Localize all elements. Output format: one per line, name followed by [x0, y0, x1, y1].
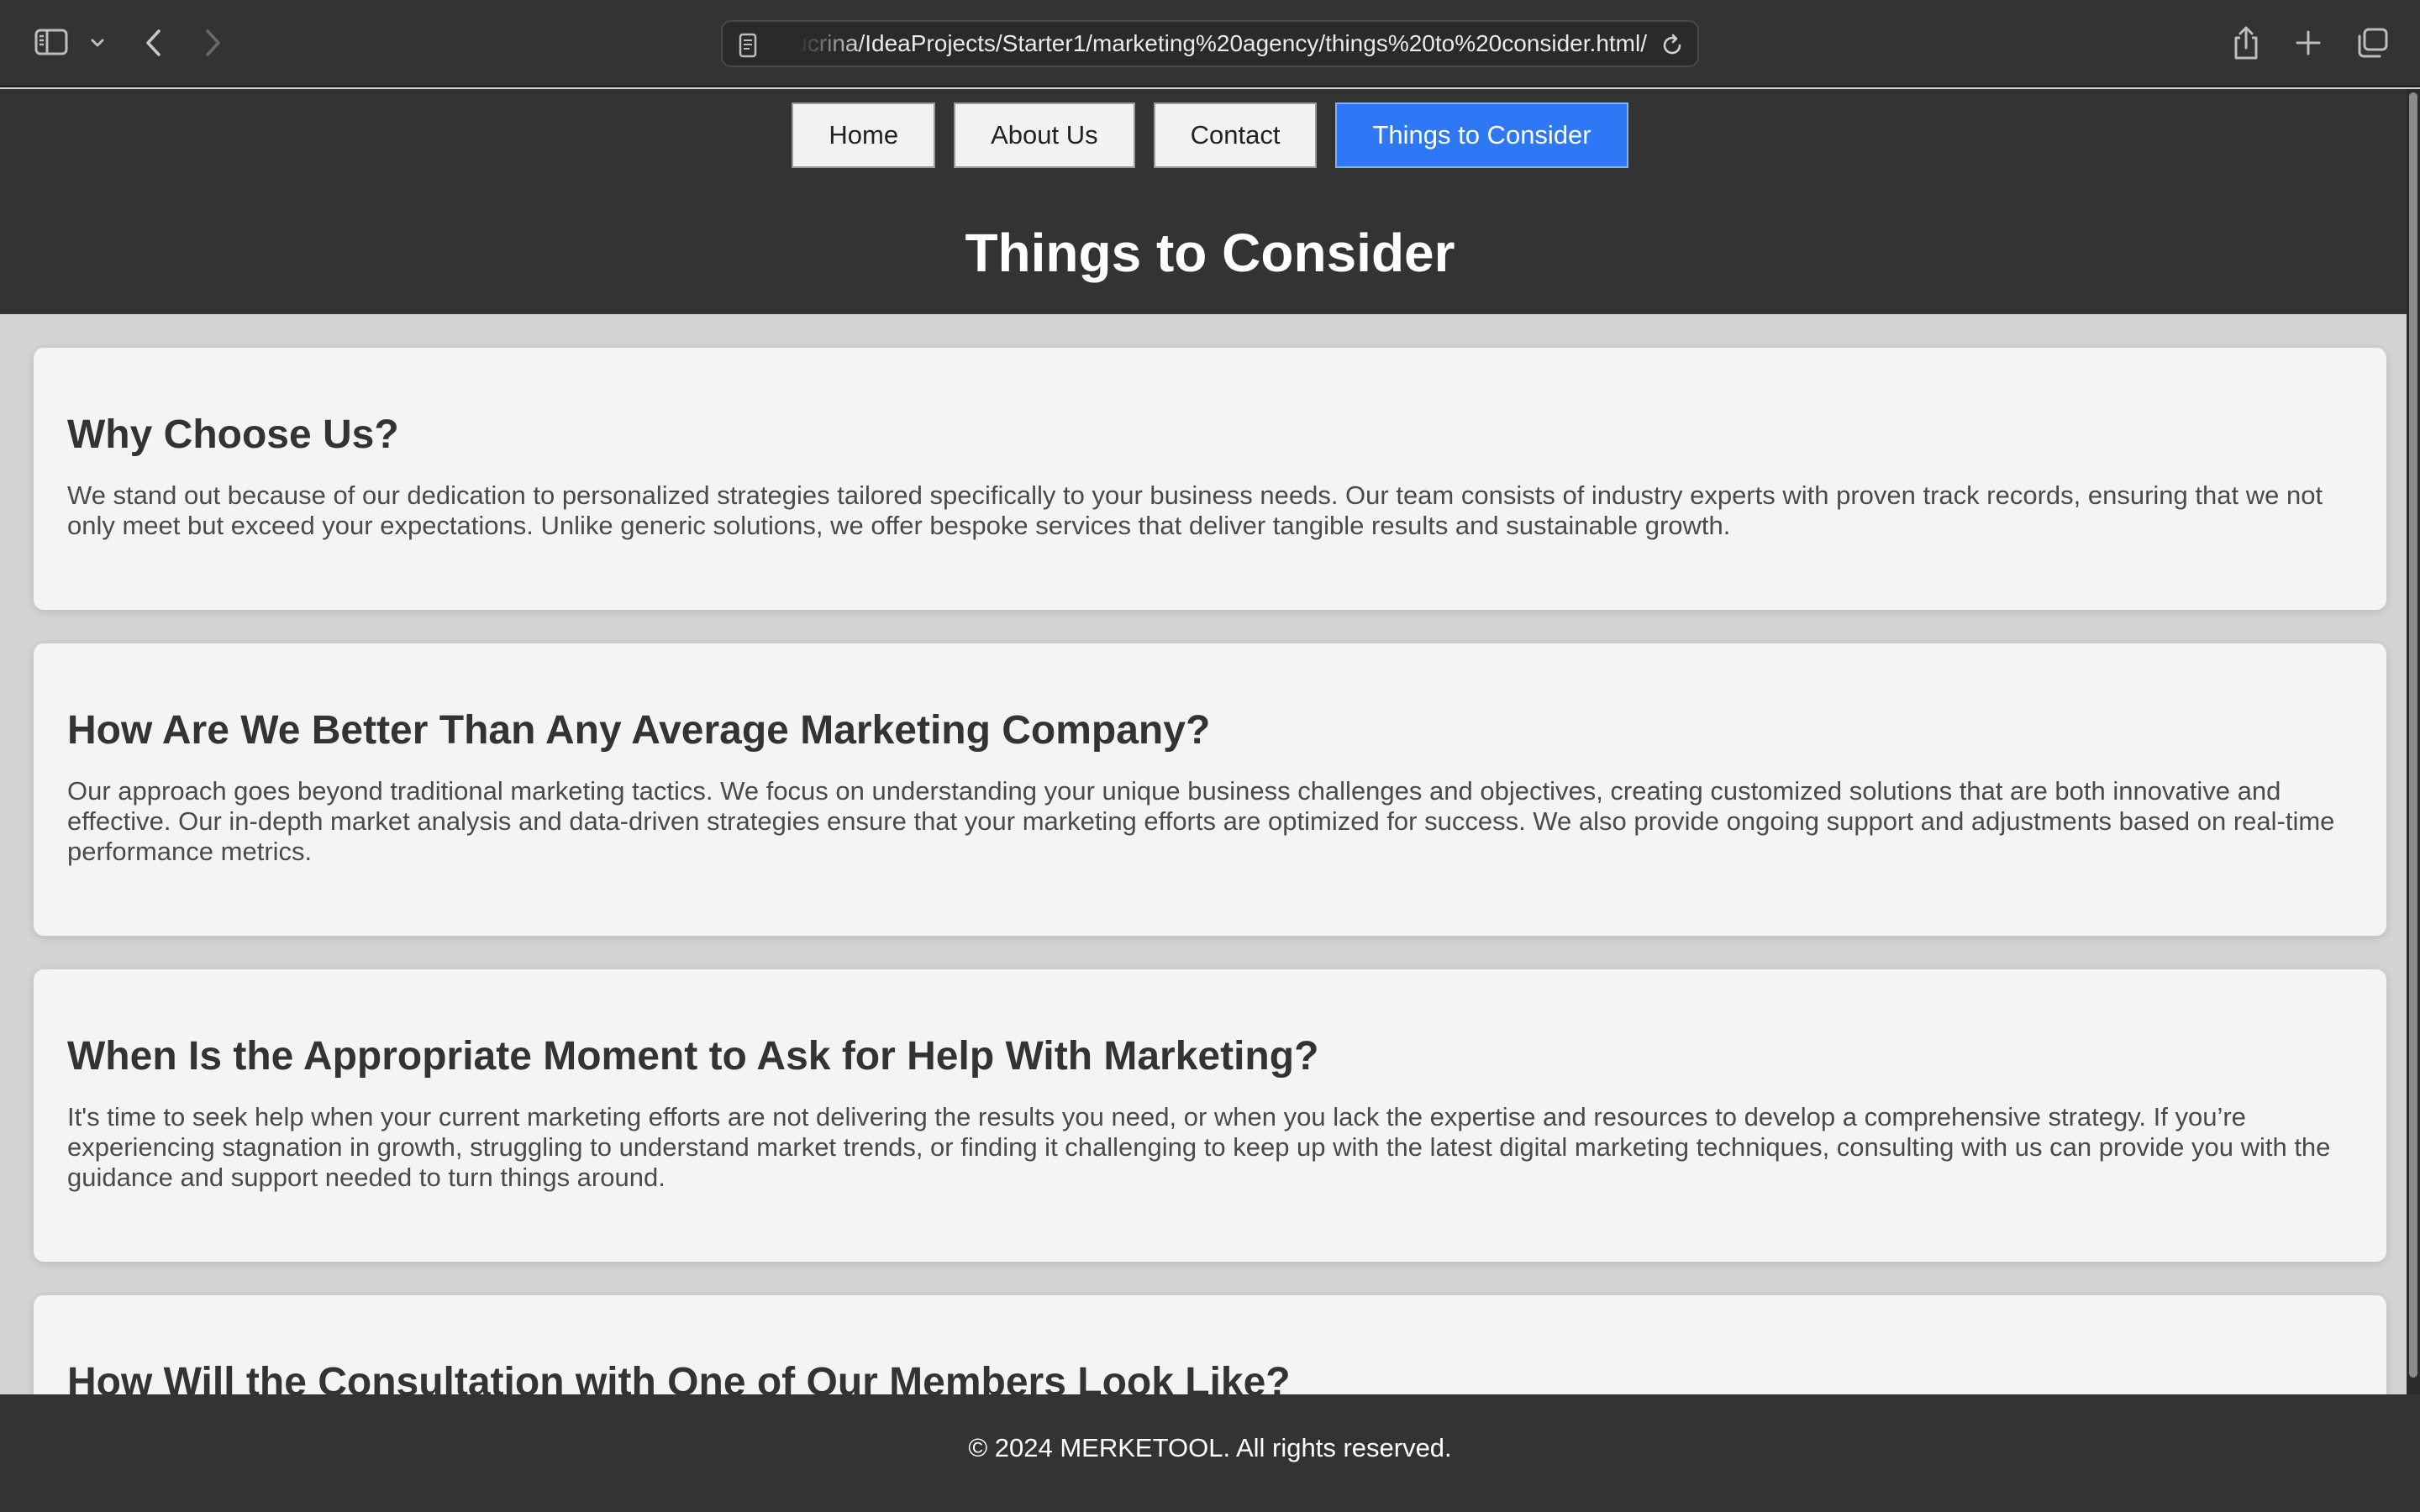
site-footer: © 2024 MERKETOOL. All rights reserved.	[0, 1394, 2420, 1512]
main-nav: Home About Us Contact Things to Consider	[0, 102, 2420, 168]
section-card: How Will the Consultation with One of Ou…	[34, 1295, 2386, 1394]
reload-icon[interactable]	[1659, 32, 1686, 59]
section-heading: How Are We Better Than Any Average Marke…	[67, 708, 1211, 753]
sidebar-icon[interactable]	[30, 25, 72, 59]
nav-home-button[interactable]: Home	[792, 102, 936, 168]
scrollbar[interactable]	[2407, 89, 2420, 1394]
back-arrow-icon[interactable]	[134, 24, 171, 62]
scrollbar-thumb[interactable]	[2409, 92, 2417, 1378]
section-body: Our approach goes beyond traditional mar…	[67, 776, 2335, 866]
section-card: Why Choose Us? We stand out because of o…	[34, 348, 2386, 610]
nav-things-to-consider-button[interactable]: Things to Consider	[1335, 102, 1628, 168]
main-content: Why Choose Us? We stand out because of o…	[0, 314, 2407, 1394]
address-bar[interactable]: /Users/kucrina/IdeaProjects/Starter1/mar…	[721, 20, 1699, 67]
chevron-down-icon[interactable]	[84, 29, 111, 57]
nav-contact-button[interactable]: Contact	[1153, 102, 1318, 168]
copyright-text: © 2024 MERKETOOL. All rights reserved.	[968, 1433, 1452, 1462]
tabs-overview-icon[interactable]	[2351, 24, 2393, 62]
browser-toolbar: /Users/kucrina/IdeaProjects/Starter1/mar…	[0, 0, 2420, 87]
share-icon[interactable]	[2227, 22, 2265, 64]
forward-arrow-icon[interactable]	[195, 24, 232, 62]
page-title: Things to Consider	[965, 223, 1455, 283]
url-text[interactable]: /Users/kucrina/IdeaProjects/Starter1/mar…	[798, 22, 1647, 66]
document-icon	[734, 32, 761, 59]
section-heading: How Will the Consultation with One of Ou…	[67, 1360, 1291, 1394]
section-body: It's time to seek help when your current…	[67, 1102, 2331, 1192]
site-header: Home About Us Contact Things to Consider…	[0, 89, 2407, 314]
section-heading: When Is the Appropriate Moment to Ask fo…	[67, 1034, 1319, 1079]
section-card: When Is the Appropriate Moment to Ask fo…	[34, 969, 2386, 1262]
section-heading: Why Choose Us?	[67, 412, 399, 457]
section-card: How Are We Better Than Any Average Marke…	[34, 643, 2386, 936]
nav-about-button[interactable]: About Us	[954, 102, 1135, 168]
plus-icon[interactable]	[2289, 24, 2328, 62]
section-body: We stand out because of our dedication t…	[67, 480, 2323, 540]
